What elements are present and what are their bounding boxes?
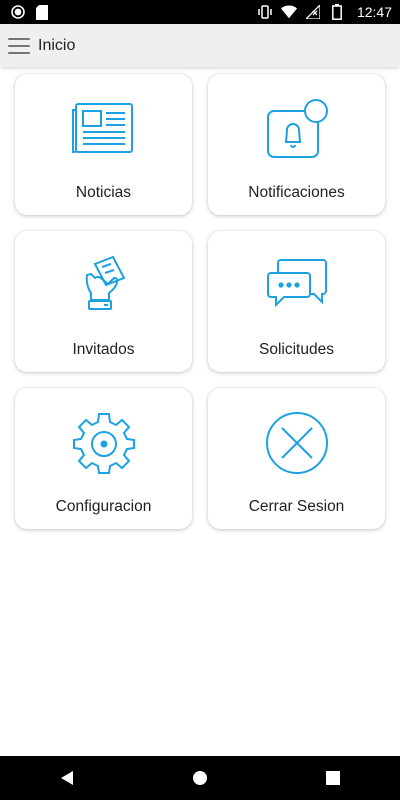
card-configuracion[interactable]: Configuracion <box>15 388 192 529</box>
battery-icon <box>329 4 345 20</box>
card-solicitudes[interactable]: Solicitudes <box>208 231 385 372</box>
record-icon <box>10 4 26 20</box>
card-label: Cerrar Sesion <box>248 498 345 515</box>
chat-bubbles-icon <box>262 251 332 321</box>
no-signal-icon <box>305 4 321 20</box>
hand-ticket-icon <box>69 251 139 321</box>
card-cerrar-sesion[interactable]: Cerrar Sesion <box>208 388 385 529</box>
close-circle-icon <box>262 408 332 478</box>
page-title: Inicio <box>38 36 76 54</box>
status-bar-left <box>10 4 50 20</box>
card-noticias[interactable]: Noticias <box>15 74 192 215</box>
menu-grid: Noticias Notificaciones Invitados Solici… <box>15 74 385 529</box>
status-bar-right: 12:47 <box>257 4 392 20</box>
card-label: Configuracion <box>55 498 152 515</box>
card-label: Solicitudes <box>259 341 334 358</box>
hamburger-menu-icon[interactable] <box>8 37 30 54</box>
wifi-icon <box>280 4 297 20</box>
newspaper-icon <box>69 94 139 164</box>
card-invitados[interactable]: Invitados <box>15 231 192 372</box>
card-label: Invitados <box>72 341 135 358</box>
app-bar: Inicio <box>0 24 400 67</box>
card-label: Noticias <box>75 184 132 201</box>
home-icon[interactable] <box>180 758 220 798</box>
gear-icon <box>69 408 139 478</box>
recents-icon[interactable] <box>313 758 353 798</box>
card-label: Notificaciones <box>248 184 345 201</box>
notification-bell-icon <box>262 94 332 164</box>
status-time: 12:47 <box>356 4 392 20</box>
vibrate-icon <box>257 4 273 20</box>
sd-card-icon <box>34 4 50 20</box>
back-icon[interactable] <box>47 758 87 798</box>
status-bar: 12:47 <box>0 0 400 24</box>
navigation-bar <box>0 756 400 800</box>
card-notificaciones[interactable]: Notificaciones <box>208 74 385 215</box>
